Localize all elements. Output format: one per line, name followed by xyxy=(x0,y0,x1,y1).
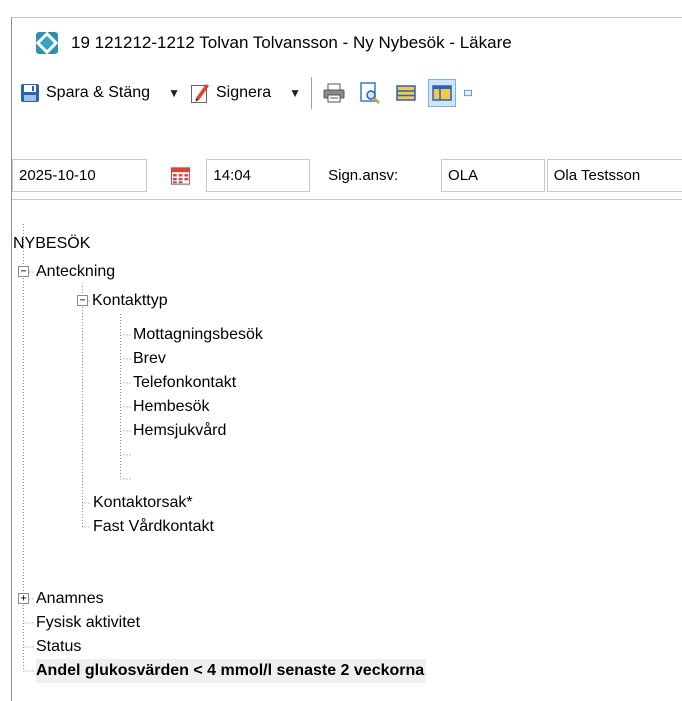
window-title: 19 121212-1212 Tolvan Tolvansson - Ny Ny… xyxy=(71,33,512,52)
print-preview-icon xyxy=(360,82,380,104)
visit-window: 19 121212-1212 Tolvan Tolvansson - Ny Ny… xyxy=(11,17,682,701)
tree-node-status[interactable]: Status xyxy=(36,635,81,659)
save-close-button[interactable]: Spara & Stäng xyxy=(16,76,154,110)
print-icon xyxy=(323,83,345,103)
collapse-kontakttyp-icon[interactable]: − xyxy=(77,295,88,306)
template-tree: NYBESÖK − Anteckning − Kontakttyp Mottag… xyxy=(12,199,682,701)
sign-pen-icon xyxy=(190,84,209,103)
layout-horizontal-button[interactable] xyxy=(392,79,420,107)
tree-node-kontakttyp[interactable]: Kontakttyp xyxy=(92,289,168,313)
sign-responsible-label: Sign.ansv: xyxy=(328,167,399,184)
sign-code-field[interactable]: OLA xyxy=(441,159,545,192)
tree-node-telefonkontakt[interactable]: Telefonkontakt xyxy=(133,371,236,395)
save-icon xyxy=(21,84,39,102)
save-close-dropdown-icon[interactable]: ▼ xyxy=(168,86,180,100)
tree-node-kontaktorsak[interactable]: Kontaktorsak* xyxy=(93,491,193,515)
tree-node-hemsjukvard[interactable]: Hemsjukvård xyxy=(133,419,226,443)
title-bar[interactable]: 19 121212-1212 Tolvan Tolvansson - Ny Ny… xyxy=(12,18,682,68)
print-preview-button[interactable] xyxy=(356,79,384,107)
expand-anamnes-icon[interactable]: + xyxy=(18,593,29,604)
journal-app-icon xyxy=(35,31,59,55)
sign-dropdown-icon[interactable]: ▼ xyxy=(289,86,301,100)
tree-node-hembesok[interactable]: Hembesök xyxy=(133,395,209,419)
calendar-icon[interactable] xyxy=(171,166,191,185)
toolbar-separator xyxy=(311,77,313,109)
toolbar: Spara & Stäng ▼ Signera ▼ xyxy=(12,70,682,116)
field-row: 2025-10-10 14:04 Sign.ansv: OLA Ola Test… xyxy=(12,156,682,195)
time-field[interactable]: 14:04 xyxy=(206,159,311,192)
sign-name-value: Ola Testsson xyxy=(553,167,641,184)
print-button[interactable] xyxy=(320,79,348,107)
tree-node-brev[interactable]: Brev xyxy=(133,347,166,371)
sign-button[interactable]: Signera xyxy=(186,76,275,110)
layout-extra-icon xyxy=(464,89,472,97)
collapse-anteckning-icon[interactable]: − xyxy=(18,266,29,277)
time-value: 14:04 xyxy=(213,167,251,184)
layout-horizontal-icon xyxy=(396,85,416,101)
tree-node-anamnes[interactable]: Anamnes xyxy=(36,587,104,611)
date-field[interactable]: 2025-10-10 xyxy=(12,159,148,192)
tree-root[interactable]: NYBESÖK xyxy=(13,232,90,256)
tree-node-fysisk-aktivitet[interactable]: Fysisk aktivitet xyxy=(36,611,140,635)
sign-code-value: OLA xyxy=(448,167,479,184)
tree-node-anteckning[interactable]: Anteckning xyxy=(36,260,115,284)
date-value: 2025-10-10 xyxy=(19,167,96,184)
tree-node-andel-glukosvarden[interactable]: Andel glukosvärden < 4 mmol/l senaste 2 … xyxy=(36,659,427,683)
sign-label: Signera xyxy=(215,84,272,101)
layout-panes-button[interactable] xyxy=(428,79,457,107)
sign-name-field[interactable]: Ola Testsson xyxy=(546,159,682,192)
layout-extra-button[interactable] xyxy=(464,79,472,107)
tree-node-fast-vardkontakt[interactable]: Fast Vårdkontakt xyxy=(93,515,214,539)
layout-panes-icon xyxy=(432,85,452,101)
tree-node-mottagningsbesok[interactable]: Mottagningsbesök xyxy=(133,323,263,347)
save-close-label: Spara & Stäng xyxy=(46,84,151,101)
